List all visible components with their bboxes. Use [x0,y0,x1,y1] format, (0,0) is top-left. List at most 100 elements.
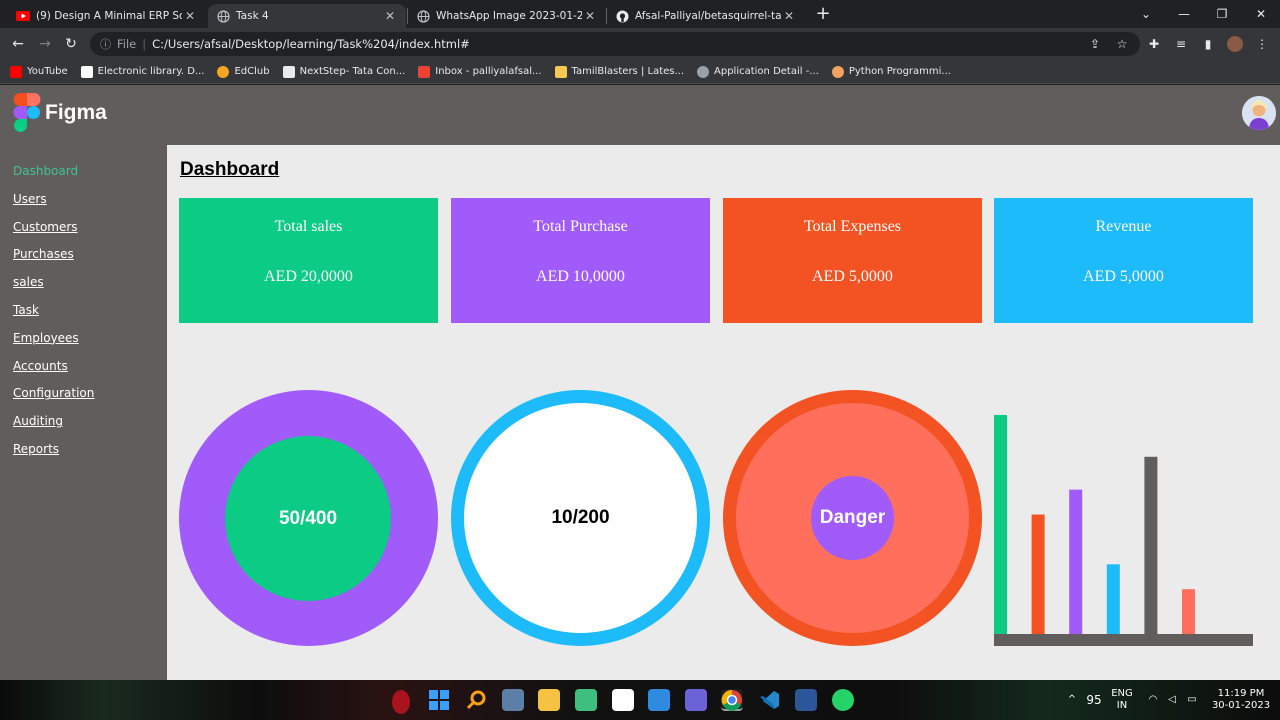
sidebar-item-reports[interactable]: Reports [13,441,167,469]
bookmark-nextstep[interactable]: NextStep- Tata Con... [282,65,406,78]
chrome-icon[interactable] [721,689,743,711]
edclub-icon [217,65,230,78]
close-tab-icon[interactable]: ✕ [382,9,398,23]
bookmark-tamilblasters[interactable]: TamilBlasters | Lates... [554,65,684,78]
close-tab-icon[interactable]: ✕ [182,9,198,23]
x-axis [994,634,1253,646]
tab-search-icon[interactable]: ⌄ [1128,4,1164,24]
bookmark-label: Electronic library. D... [97,66,205,77]
brand-logo[interactable]: Figma [13,92,107,134]
wifi-icon[interactable]: ◠ [1145,694,1161,706]
browser-toolbar: ← → ↻ ⓘ File | C:/Users/afsal/Desktop/le… [0,28,1280,60]
progress-ring-tasks: 10/200 [451,390,710,646]
bookmark-electronic-library[interactable]: Electronic library. D... [80,65,205,78]
extensions-icon[interactable]: ✚ [1146,36,1162,52]
bookmark-gmail[interactable]: Inbox - palliyalafsal... [418,65,542,78]
globe-icon [697,65,710,78]
word-icon[interactable] [795,689,817,711]
tcs-icon [282,65,295,78]
mail-icon[interactable] [648,689,670,711]
windows-start-icon[interactable] [428,689,450,711]
file-explorer-icon[interactable] [538,689,560,711]
bookmark-label: NextStep- Tata Con... [299,66,406,77]
side-panel-icon[interactable]: ▮ [1200,36,1216,52]
menu-icon[interactable]: ⋮ [1254,36,1270,52]
bookmark-edclub[interactable]: EdClub [217,65,270,78]
youtube-icon [16,9,30,23]
page-title: Dashboard [180,159,280,180]
app-icon[interactable] [575,689,597,711]
whatsapp-icon[interactable] [832,689,854,711]
web-page: Figma Dashboard Users Customers Purchase… [0,85,1280,680]
minimize-icon[interactable]: — [1166,4,1202,24]
sidebar-item-employees[interactable]: Employees [13,330,167,358]
gmail-icon [418,65,431,78]
card-label: Total sales [274,218,343,235]
url-text[interactable]: C:/Users/afsal/Desktop/learning/Task%204… [152,37,470,51]
tab-title: Task 4 [236,10,269,22]
bookmark-label: Python Programmi... [848,66,951,77]
close-window-icon[interactable]: ✕ [1243,4,1279,24]
youtube-icon [10,65,22,78]
scheme-divider: | [142,37,147,51]
sidebar-item-auditing[interactable]: Auditing [13,413,167,441]
card-value: AED 10,0000 [536,268,625,285]
bookmark-application-detail[interactable]: Application Detail -... [697,65,819,78]
battery-icon[interactable]: ▭ [1184,694,1200,706]
sidebar-item-configuration[interactable]: Configuration [13,385,167,413]
bar-2 [1031,514,1045,634]
user-avatar[interactable] [1242,96,1276,130]
address-bar[interactable]: ⓘ File | C:/Users/afsal/Desktop/learning… [90,32,1140,56]
forward-icon[interactable]: → [34,34,56,54]
tab-task4[interactable]: Task 4 ✕ [208,4,406,28]
ring-value: 50/400 [225,436,391,601]
github-icon [615,9,629,23]
python-icon [831,65,844,78]
bar-chart-svg [994,414,1253,646]
tab-title: (9) Design A Minimal ERP Softwa [36,10,182,22]
ring-value: 10/200 [464,403,697,633]
sidebar-item-accounts[interactable]: Accounts [13,358,167,386]
tab-whatsapp-image[interactable]: WhatsApp Image 2023-01-27 at ✕ [408,4,606,28]
volume-icon[interactable]: ◁ [1164,694,1180,706]
media-icon[interactable]: ≡ [1173,36,1189,52]
profile-avatar-icon[interactable] [1227,36,1243,52]
bookmark-star-icon[interactable]: ☆ [1114,36,1130,52]
tab-github[interactable]: Afsal-Palliyal/betasquirrel-tasks: ✕ [607,4,805,28]
card-total-purchase: Total Purchase AED 10,0000 [451,198,710,323]
maximize-icon[interactable]: ❐ [1204,4,1240,24]
scheme-label: File [117,37,137,51]
clock[interactable]: 11:19 PM 30-01-2023 [1208,688,1274,712]
sidebar-item-task[interactable]: Task [13,302,167,330]
new-tab-button[interactable]: + [805,4,841,24]
sidebar-item-users[interactable]: Users [13,191,167,219]
reload-icon[interactable]: ↻ [60,34,82,54]
photos-icon[interactable] [502,689,524,711]
tab-youtube[interactable]: (9) Design A Minimal ERP Softwa ✕ [8,4,206,28]
sidebar-item-sales[interactable]: sales [13,274,167,302]
search-icon[interactable] [465,689,487,711]
status-ring-danger: Danger [723,390,982,646]
time-text: 11:19 PM [1217,688,1265,699]
card-total-sales: Total sales AED 20,0000 [179,198,438,323]
card-label: Total Expenses [803,218,902,235]
share-icon[interactable]: ⇪ [1087,36,1103,52]
close-tab-icon[interactable]: ✕ [582,9,598,23]
vscode-icon[interactable] [758,689,780,711]
figma-icon [13,93,41,132]
bookmark-label: EdClub [234,66,270,77]
close-tab-icon[interactable]: ✕ [781,9,797,23]
sidebar-item-customers[interactable]: Customers [13,219,167,247]
bar-5 [1144,456,1158,634]
bookmark-label: Inbox - palliyalafsal... [435,66,542,77]
language-indicator[interactable]: ENG IN [1110,688,1134,712]
info-icon[interactable]: ⓘ [100,36,111,52]
sidebar-item-dashboard[interactable]: Dashboard [13,163,167,191]
back-icon[interactable]: ← [7,34,29,54]
bookmark-python[interactable]: Python Programmi... [831,65,951,78]
bookmark-youtube[interactable]: YouTube [10,65,68,78]
tray-expand-icon[interactable]: ^ [1066,694,1078,706]
sidebar-item-purchases[interactable]: Purchases [13,246,167,274]
store-icon[interactable] [612,689,634,711]
app-icon-2[interactable] [685,689,707,711]
